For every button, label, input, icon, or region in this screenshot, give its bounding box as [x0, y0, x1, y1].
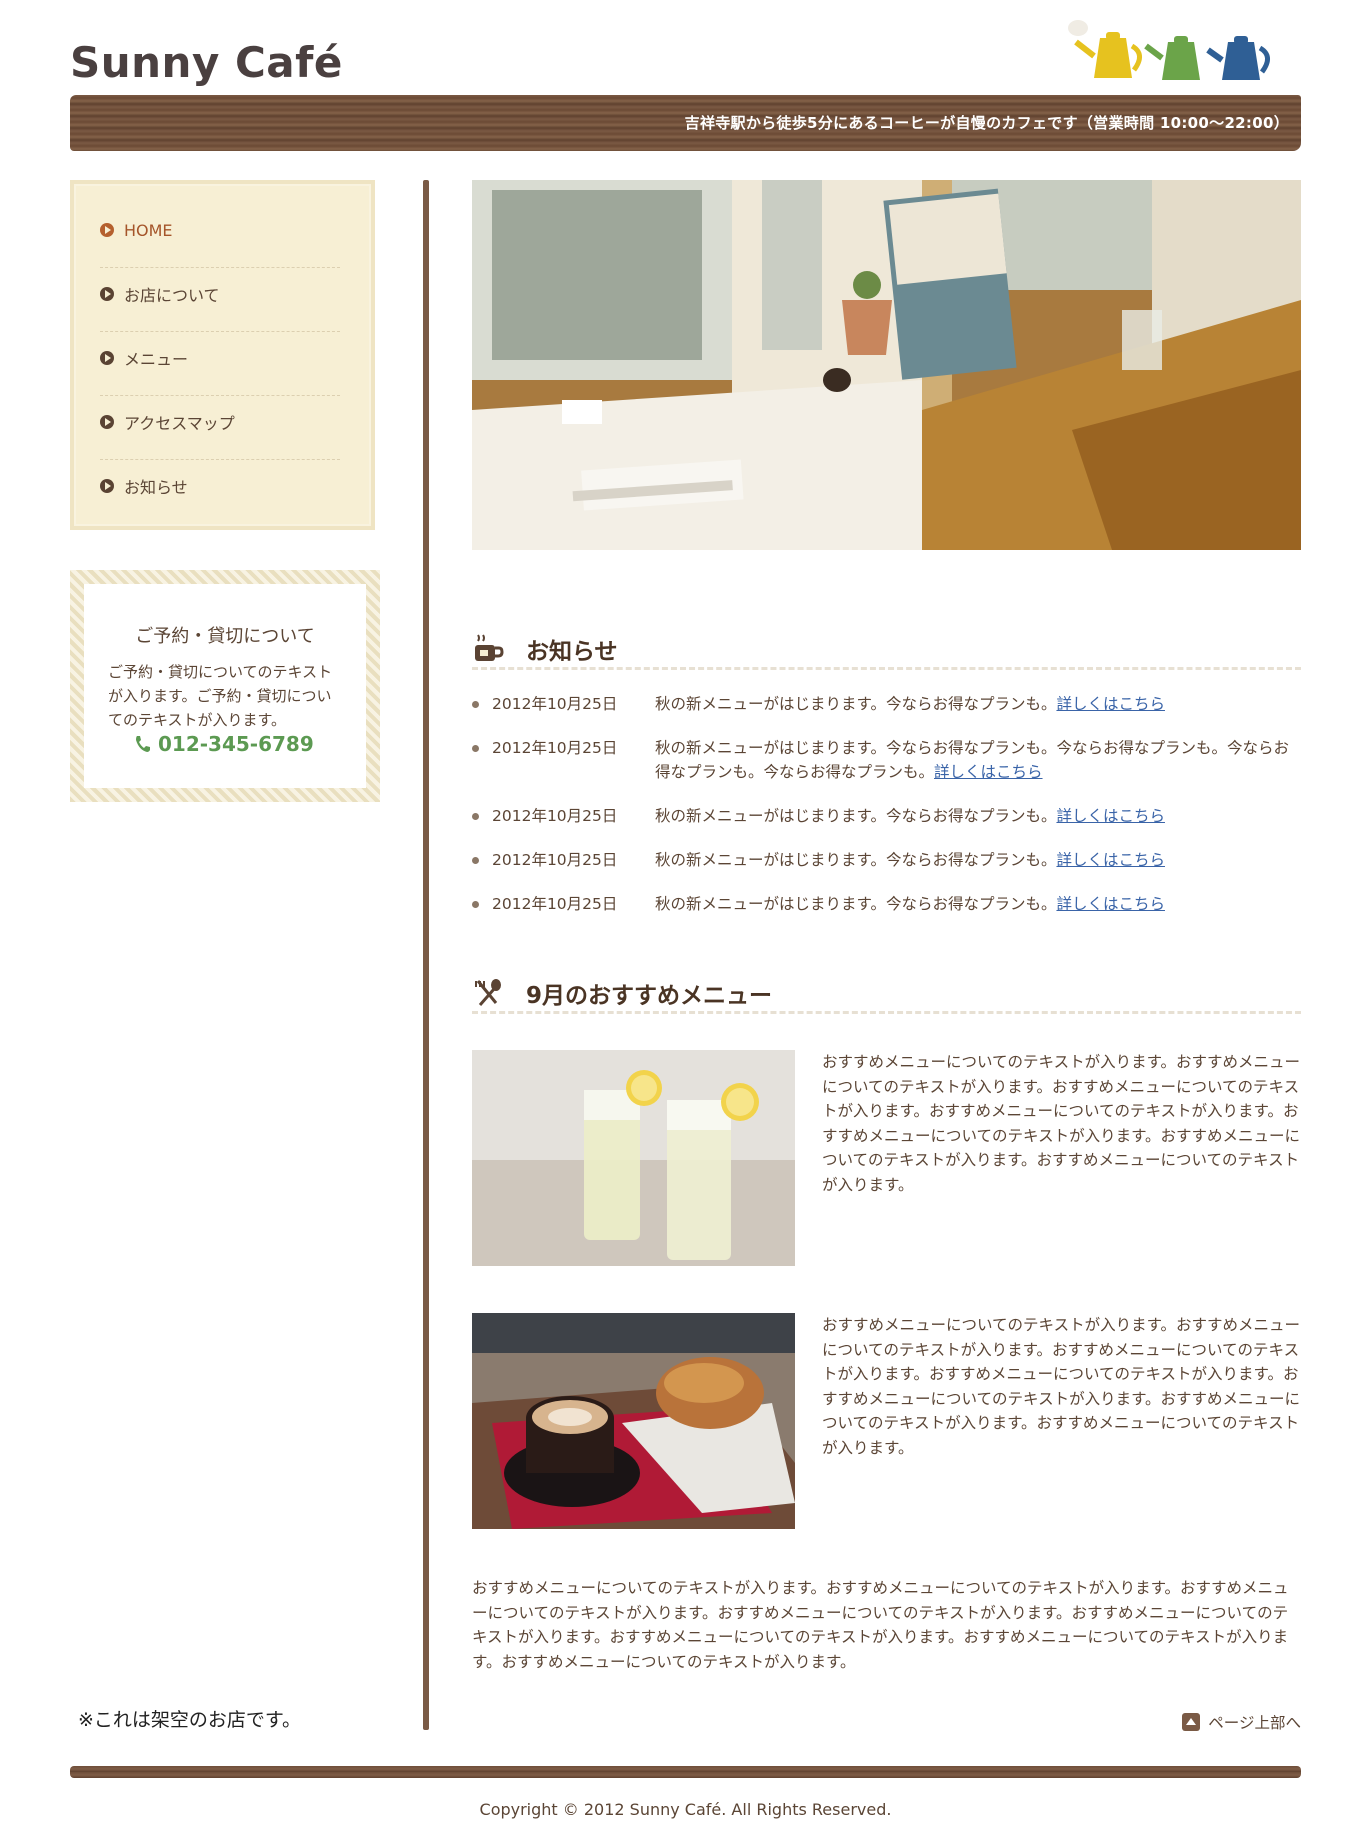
news-detail-link[interactable]: 詳しくはこちら [1056, 851, 1165, 869]
arrow-circle-icon [100, 287, 114, 301]
arrow-circle-icon [100, 415, 114, 429]
reservation-title: ご予約・貸切について [135, 626, 315, 647]
bullet-icon [472, 857, 479, 864]
recommend-text-2: おすすめメニューについてのテキストが入ります。おすすめメニューについてのテキスト… [822, 1316, 1301, 1457]
news-detail-link[interactable]: 詳しくはこちら [1056, 695, 1165, 713]
lemonade-photo [472, 1050, 795, 1266]
copyright: Copyright © 2012 Sunny Café. All Rights … [479, 1800, 892, 1819]
nav-item-about[interactable]: お店について [100, 262, 340, 326]
coffee-bread-photo [472, 1313, 795, 1529]
nav-item-label: アクセスマップ [124, 414, 235, 433]
news-date: 2012年10月25日 [492, 895, 618, 913]
coffee-cup-icon [475, 633, 504, 661]
hero-cafe-photo [472, 180, 1301, 550]
bullet-icon [472, 901, 479, 908]
news-item: 2012年10月25日 秋の新メニューがはじまります。今ならお得なプランも。今な… [472, 736, 1301, 784]
reservation-inner: ご予約・貸切について ご予約・貸切についてのテキストが入ります。ご予約・貸切につ… [84, 584, 366, 788]
recommend-text-1: おすすめメニューについてのテキストが入ります。おすすめメニューについてのテキスト… [822, 1053, 1301, 1194]
news-date: 2012年10月25日 [492, 695, 618, 713]
news-item: 2012年10月25日 秋の新メニューがはじまります。今ならお得なプランも。詳し… [472, 892, 1301, 916]
nav-item-news[interactable]: お知らせ [100, 454, 340, 518]
page-top-link[interactable]: ページ上部へ [1182, 1711, 1301, 1733]
arrow-circle-icon [100, 223, 114, 237]
news-item: 2012年10月25日 秋の新メニューがはじまります。今ならお得なプランも。詳し… [472, 692, 1301, 716]
column-divider [423, 180, 429, 1730]
bullet-icon [472, 813, 479, 820]
news-item: 2012年10月25日 秋の新メニューがはじまります。今ならお得なプランも。詳し… [472, 804, 1301, 828]
fictional-notice: ※これは架空のお店です。 [78, 1709, 302, 1731]
arrow-up-icon [1182, 1713, 1201, 1731]
recommend-title: 9月のおすすめメニュー [526, 982, 773, 1009]
header-wood-bar: 吉祥寺駅から徒歩5分にあるコーヒーが自慢のカフェです（営業時間 10:00〜22… [70, 95, 1301, 151]
nav-item-label: お店について [124, 286, 220, 305]
news-date: 2012年10月25日 [492, 807, 618, 825]
news-detail-link[interactable]: 詳しくはこちら [934, 763, 1043, 781]
site-logo[interactable]: Sunny Café [70, 38, 343, 87]
news-title: お知らせ [526, 638, 618, 665]
news-date: 2012年10月25日 [492, 739, 618, 757]
news-detail-link[interactable]: 詳しくはこちら [1056, 807, 1165, 825]
sidebar-nav: HOME お店について メニュー アクセスマップ お知らせ [70, 180, 375, 530]
news-text: 秋の新メニューがはじまります。今ならお得なプランも。 [655, 895, 1057, 913]
news-detail-link[interactable]: 詳しくはこちら [1056, 895, 1165, 913]
news-date: 2012年10月25日 [492, 851, 618, 869]
news-item: 2012年10月25日 秋の新メニューがはじまります。今ならお得なプランも。詳し… [472, 848, 1301, 872]
bullet-icon [472, 701, 479, 708]
footer-wood-bar [70, 1766, 1301, 1778]
bullet-icon [472, 745, 479, 752]
arrow-circle-icon [100, 479, 114, 493]
header-tagline: 吉祥寺駅から徒歩5分にあるコーヒーが自慢のカフェです（営業時間 10:00〜22… [684, 114, 1289, 132]
reservation-box: ご予約・貸切について ご予約・貸切についてのテキストが入ります。ご予約・貸切につ… [70, 570, 380, 802]
page-top-label: ページ上部へ [1208, 1714, 1301, 1732]
recommend-heading: 9月のおすすめメニュー [472, 974, 1301, 1014]
news-heading: お知らせ [472, 630, 1301, 670]
phone-icon [136, 736, 150, 752]
nav-item-label: お知らせ [124, 478, 188, 497]
arrow-circle-icon [100, 351, 114, 365]
news-text: 秋の新メニューがはじまります。今ならお得なプランも。 [655, 851, 1057, 869]
teapots-icon [1068, 20, 1270, 80]
nav-item-menu[interactable]: メニュー [100, 326, 340, 390]
recommend-paragraph: おすすめメニューについてのテキストが入ります。おすすめメニューについてのテキスト… [472, 1579, 1289, 1671]
nav-item-label: HOME [124, 220, 173, 240]
fork-spoon-icon [475, 978, 501, 1006]
phone-number: 012-345-6789 [158, 732, 314, 756]
reservation-phone[interactable]: 012-345-6789 [134, 732, 314, 756]
news-text: 秋の新メニューがはじまります。今ならお得なプランも。 [655, 695, 1057, 713]
nav-item-access[interactable]: アクセスマップ [100, 390, 340, 454]
reservation-text: ご予約・貸切についてのテキストが入ります。ご予約・貸切についてのテキストが入りま… [108, 663, 333, 729]
nav-item-label: メニュー [124, 350, 189, 369]
news-text: 秋の新メニューがはじまります。今ならお得なプランも。 [655, 807, 1057, 825]
nav-item-home[interactable]: HOME [100, 198, 340, 262]
